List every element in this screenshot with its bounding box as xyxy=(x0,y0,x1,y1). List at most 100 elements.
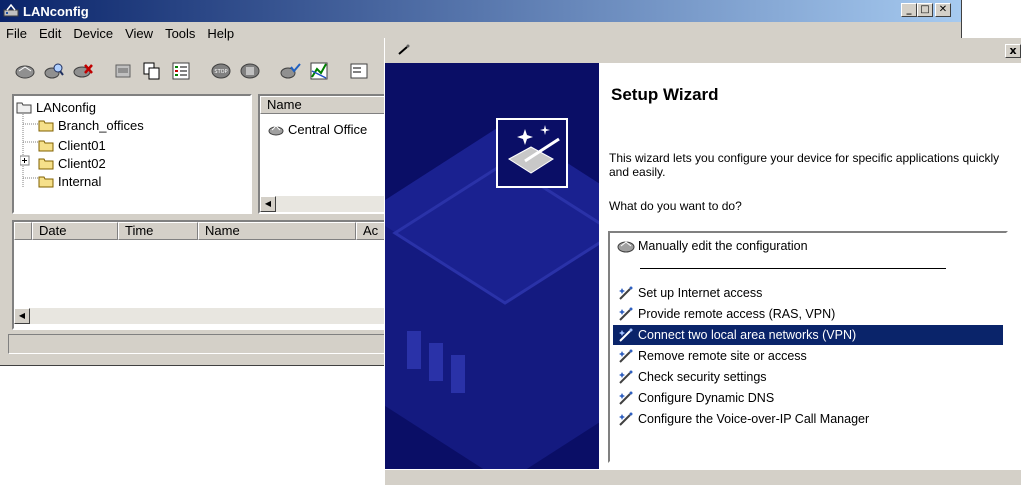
option-internet-access[interactable]: Set up Internet access xyxy=(613,283,1003,303)
menu-file[interactable]: File xyxy=(0,26,33,41)
wizard-intro: This wizard lets you configure your devi… xyxy=(609,151,1000,179)
svg-text:STOP: STOP xyxy=(214,69,227,75)
check-device-icon xyxy=(280,63,301,79)
option-remove-remote[interactable]: Remove remote site or access xyxy=(613,346,1003,366)
option-remote-access[interactable]: Provide remote access (RAS, VPN) xyxy=(613,304,1003,324)
wizard-footer xyxy=(385,469,1021,485)
option-voip-call-manager[interactable]: Configure the Voice-over-IP Call Manager xyxy=(613,409,1003,429)
device-icon xyxy=(268,124,284,135)
setup-wizard-dialog: x Setup Wizard This wizard lets you conf… xyxy=(384,38,1021,485)
print-icon xyxy=(115,64,131,78)
list-column-name[interactable]: Name xyxy=(260,96,400,114)
tree-item-internal[interactable]: Internal xyxy=(38,172,101,190)
tree-item-label: Branch_offices xyxy=(58,117,144,133)
option-manual-edit[interactable]: Manually edit the configuration xyxy=(613,236,1003,256)
properties-list-icon xyxy=(172,62,190,80)
search-device-icon xyxy=(44,63,64,79)
chart-button[interactable] xyxy=(306,58,332,84)
status-bar xyxy=(8,334,400,354)
list-item-central-office[interactable]: Central Office xyxy=(268,120,367,138)
tree-item-label: Client02 xyxy=(58,155,106,171)
copy-icon xyxy=(143,62,160,80)
print-button[interactable] xyxy=(110,58,136,84)
folder-icon xyxy=(38,120,54,131)
wizard-options-list[interactable]: Manually edit the configuration Set up I… xyxy=(608,231,1008,463)
option-label: Check security settings xyxy=(638,370,767,384)
list-hscrollbar[interactable]: ◀ xyxy=(260,196,396,212)
wizard-close-button[interactable]: x xyxy=(1005,44,1021,58)
option-dynamic-dns[interactable]: Configure Dynamic DNS xyxy=(613,388,1003,408)
option-label: Configure the Voice-over-IP Call Manager xyxy=(638,412,870,426)
delete-device-icon xyxy=(73,64,93,78)
wizard-wand-icon xyxy=(619,370,633,384)
option-label: Provide remote access (RAS, VPN) xyxy=(638,307,836,321)
stop-all-button[interactable] xyxy=(237,58,263,84)
wizard-wand-icon xyxy=(619,412,633,426)
menu-device[interactable]: Device xyxy=(67,26,119,41)
copy-button[interactable] xyxy=(139,58,165,84)
option-label: Manually edit the configuration xyxy=(638,239,808,253)
main-titlebar[interactable]: LANconfig _ □ ✕ xyxy=(0,0,961,22)
wizard-content: Setup Wizard This wizard lets you config… xyxy=(599,63,1021,469)
router-icon xyxy=(15,65,35,79)
option-label: Remove remote site or access xyxy=(638,349,807,363)
stop-button[interactable]: STOP xyxy=(208,58,234,84)
wizard-banner xyxy=(385,63,599,469)
option-connect-lans[interactable]: Connect two local area networks (VPN) xyxy=(613,325,1003,345)
folder-icon xyxy=(38,140,54,151)
delete-device-button[interactable] xyxy=(70,58,96,84)
scroll-left-icon[interactable]: ◀ xyxy=(260,196,276,212)
tree-item-client02[interactable]: Client02 xyxy=(38,154,106,172)
stop-all-icon xyxy=(240,63,260,79)
wizard-heading: Setup Wizard xyxy=(611,85,719,104)
log-column-spacer xyxy=(14,222,32,240)
tree-item-label: Internal xyxy=(58,173,102,189)
log-pane[interactable]: Date Time Name Ac ◀ xyxy=(12,220,398,330)
check-button[interactable] xyxy=(277,58,303,84)
router-icon xyxy=(617,241,635,253)
menu-view[interactable]: View xyxy=(119,26,159,41)
wizard-wand-icon xyxy=(619,328,633,342)
wizard-wand-icon xyxy=(398,44,410,55)
wizard-titlebar[interactable]: x xyxy=(385,38,1021,63)
tree-item-client01[interactable]: Client01 xyxy=(38,136,106,154)
folder-icon xyxy=(38,176,54,187)
wizard-wand-icon xyxy=(619,349,633,363)
wizard-wand-icon xyxy=(619,286,633,300)
menu-tools[interactable]: Tools xyxy=(159,26,201,41)
toolbar: STOP xyxy=(12,56,372,86)
lanconfig-app-icon xyxy=(3,4,19,17)
menu-help[interactable]: Help xyxy=(201,26,240,41)
main-window-title: LANconfig xyxy=(23,3,89,19)
device-icon-button[interactable] xyxy=(12,58,38,84)
wizard-wand-icon xyxy=(619,391,633,405)
option-label: Connect two local area networks (VPN) xyxy=(638,328,857,342)
properties-button[interactable] xyxy=(168,58,194,84)
wizard-prompt: What do you want to do? xyxy=(609,199,742,213)
list-item-label: Central Office xyxy=(288,121,368,137)
log-column-name[interactable]: Name xyxy=(198,222,356,240)
device-list[interactable]: Name Central Office ◀ xyxy=(258,94,400,214)
option-label: Configure Dynamic DNS xyxy=(638,391,775,405)
stop-icon: STOP xyxy=(211,63,231,79)
minimize-button[interactable]: _ xyxy=(901,3,917,17)
menu-edit[interactable]: Edit xyxy=(33,26,67,41)
tree-root-label: LANconfig xyxy=(36,99,96,115)
maximize-button[interactable]: □ xyxy=(917,3,933,17)
log-column-date[interactable]: Date xyxy=(32,222,118,240)
option-check-security[interactable]: Check security settings xyxy=(613,367,1003,387)
menubar: File Edit Device View Tools Help xyxy=(0,22,240,44)
device-tree[interactable]: LANconfig Branch_offices Client01 Client… xyxy=(12,94,252,214)
extra-button[interactable] xyxy=(346,58,372,84)
scroll-left-icon[interactable]: ◀ xyxy=(14,308,30,324)
option-label: Set up Internet access xyxy=(638,286,763,300)
options-divider xyxy=(640,268,946,269)
chart-icon xyxy=(310,62,328,80)
log-column-time[interactable]: Time xyxy=(118,222,198,240)
wizard-wand-icon xyxy=(619,307,633,321)
search-device-button[interactable] xyxy=(41,58,67,84)
close-button[interactable]: ✕ xyxy=(935,3,951,17)
tree-item-branch-offices[interactable]: Branch_offices xyxy=(38,116,144,134)
folder-icon xyxy=(38,158,54,169)
log-hscrollbar[interactable]: ◀ xyxy=(14,308,396,324)
